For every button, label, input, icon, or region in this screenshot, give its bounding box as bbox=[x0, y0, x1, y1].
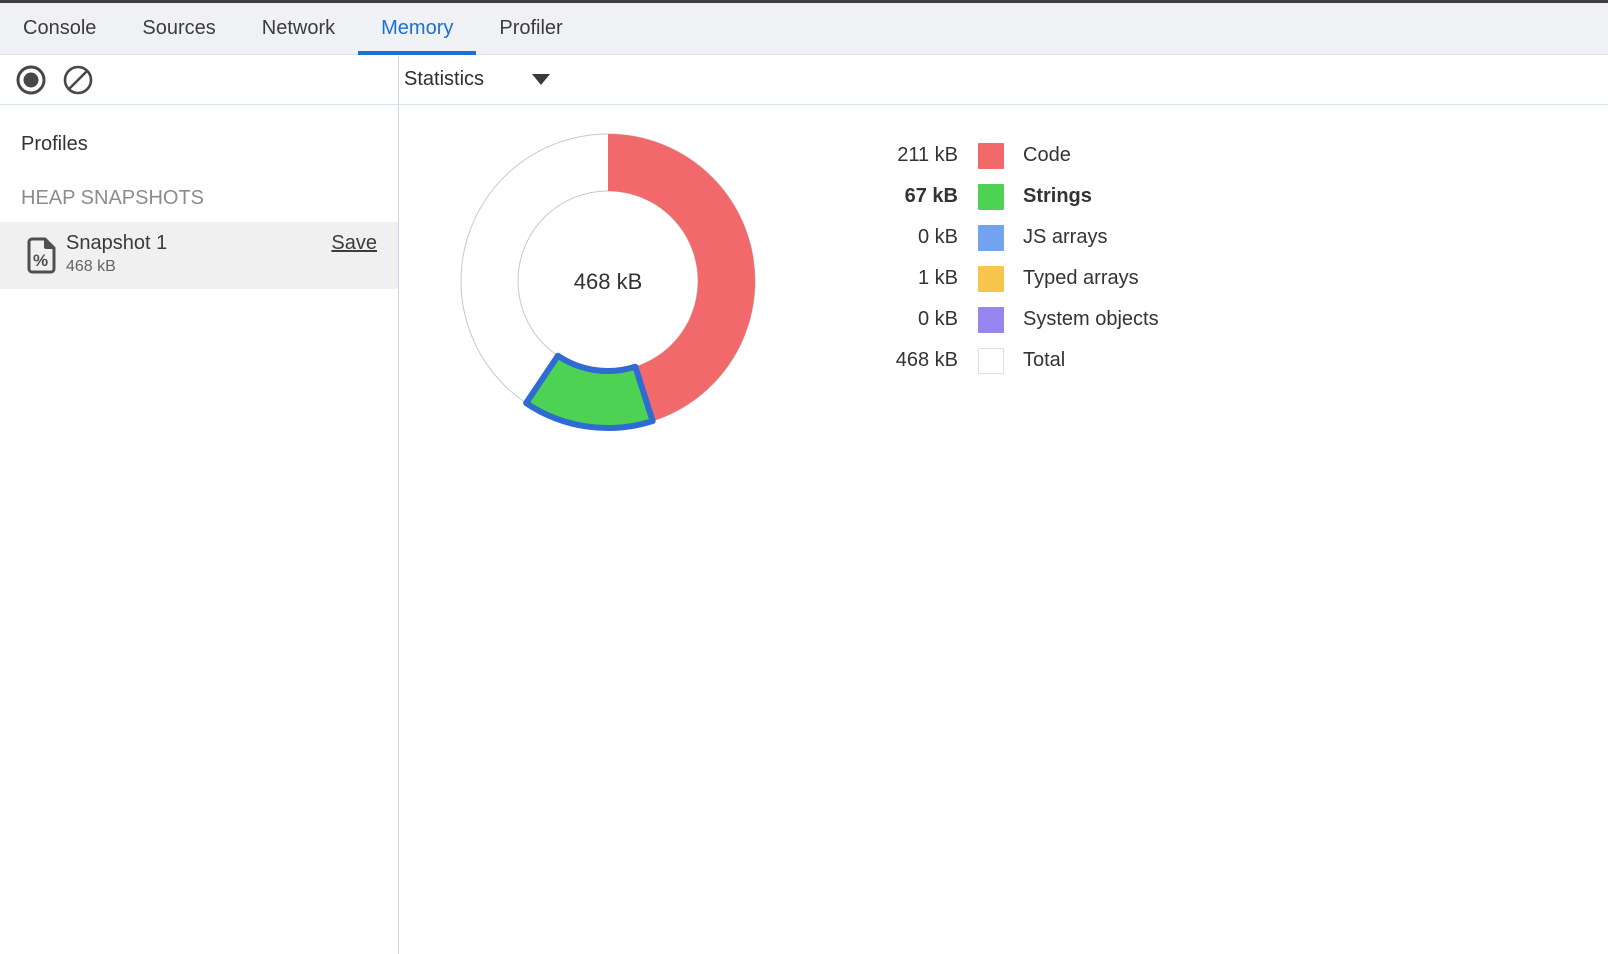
record-heap-snapshot-button[interactable] bbox=[15, 64, 47, 96]
chart-legend: 211 kB Code 67 kB Strings 0 kB JS arrays… bbox=[846, 135, 1159, 381]
save-snapshot-link[interactable]: Save bbox=[331, 232, 377, 255]
tab-label: Console bbox=[23, 17, 96, 40]
tab-label: Profiler bbox=[499, 17, 562, 40]
perspective-select-value: Statistics bbox=[404, 68, 484, 91]
statistics-view: 468 kB 211 kB Code 67 kB Strings 0 kB JS… bbox=[399, 105, 1608, 954]
heap-snapshots-section-heading: HEAP SNAPSHOTS bbox=[21, 187, 204, 210]
tab-sources[interactable]: Sources bbox=[119, 3, 238, 54]
legend-value: 0 kB bbox=[846, 308, 958, 331]
legend-label: Total bbox=[1023, 349, 1065, 372]
legend-color-swatch bbox=[978, 184, 1004, 210]
legend-row-code[interactable]: 211 kB Code bbox=[846, 135, 1159, 176]
donut-center-total-label: 468 kB bbox=[574, 269, 643, 294]
legend-color-swatch bbox=[978, 348, 1004, 374]
tab-label: Network bbox=[262, 17, 335, 40]
legend-label: JS arrays bbox=[1023, 226, 1107, 249]
legend-value: 67 kB bbox=[846, 185, 958, 208]
snapshot-title: Snapshot 1 bbox=[66, 232, 167, 255]
devtools-memory-panel: Console Sources Network Memory Profiler Stat… bbox=[0, 0, 1608, 954]
legend-value: 468 kB bbox=[846, 349, 958, 372]
legend-color-swatch bbox=[978, 225, 1004, 251]
profiles-sidebar: Profiles HEAP SNAPSHOTS % Snapshot 1 468… bbox=[0, 105, 398, 954]
legend-value: 0 kB bbox=[846, 226, 958, 249]
legend-color-swatch bbox=[978, 266, 1004, 292]
sidebar-item-snapshot-1[interactable]: % Snapshot 1 468 kB Save bbox=[0, 222, 398, 289]
legend-row-strings[interactable]: 67 kB Strings bbox=[846, 176, 1159, 217]
legend-color-swatch bbox=[978, 307, 1004, 333]
donut-segment-strings[interactable] bbox=[526, 356, 653, 428]
legend-label: Typed arrays bbox=[1023, 267, 1139, 290]
legend-row-system-objects[interactable]: 0 kB System objects bbox=[846, 299, 1159, 340]
record-icon bbox=[15, 64, 47, 96]
devtools-tab-bar: Console Sources Network Memory Profiler bbox=[0, 3, 1608, 55]
legend-label: System objects bbox=[1023, 308, 1159, 331]
heap-snapshot-document-icon: % bbox=[27, 237, 57, 279]
memory-toolbar: Statistics bbox=[0, 55, 1608, 105]
snapshot-size: 468 kB bbox=[66, 258, 116, 276]
tab-console[interactable]: Console bbox=[0, 3, 119, 54]
chevron-down-icon bbox=[532, 74, 550, 85]
legend-row-typed-arrays[interactable]: 1 kB Typed arrays bbox=[846, 258, 1159, 299]
tab-label: Memory bbox=[381, 17, 453, 40]
profiles-heading: Profiles bbox=[21, 133, 88, 156]
legend-value: 211 kB bbox=[846, 144, 958, 167]
clear-profiles-button[interactable] bbox=[62, 64, 94, 96]
legend-value: 1 kB bbox=[846, 267, 958, 290]
tab-network[interactable]: Network bbox=[239, 3, 358, 54]
legend-row-total[interactable]: 468 kB Total bbox=[846, 340, 1159, 381]
clear-icon bbox=[62, 64, 94, 96]
perspective-select[interactable]: Statistics bbox=[404, 55, 550, 104]
tab-profiler[interactable]: Profiler bbox=[476, 3, 585, 54]
tab-memory[interactable]: Memory bbox=[358, 3, 476, 54]
legend-row-js-arrays[interactable]: 0 kB JS arrays bbox=[846, 217, 1159, 258]
legend-color-swatch bbox=[978, 143, 1004, 169]
legend-label: Code bbox=[1023, 144, 1071, 167]
tab-label: Sources bbox=[142, 17, 215, 40]
heap-statistics-donut-chart: 468 kB bbox=[448, 121, 768, 441]
legend-label: Strings bbox=[1023, 185, 1092, 208]
svg-text:%: % bbox=[33, 251, 48, 270]
